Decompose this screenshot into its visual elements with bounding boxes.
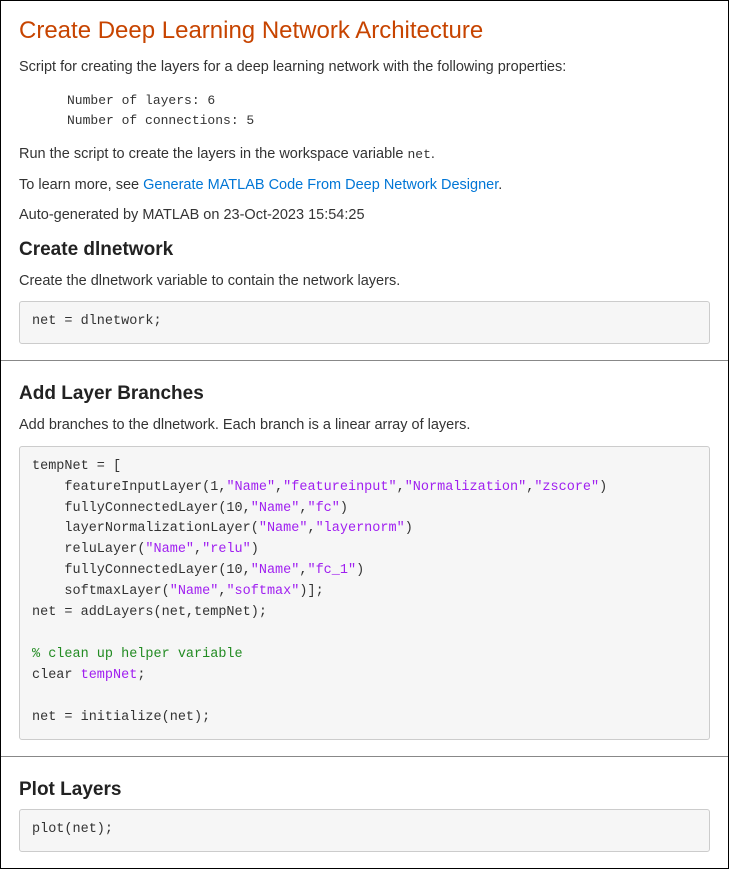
- section-plot-layers: Plot Layers plot(net);: [1, 757, 728, 868]
- document-container: Create Deep Learning Network Architectur…: [0, 0, 729, 869]
- inline-code-net: net: [407, 147, 430, 162]
- desc-add-layers: Add branches to the dlnetwork. Each bran…: [19, 415, 710, 435]
- learn-more-text: To learn more, see Generate MATLAB Code …: [19, 175, 710, 195]
- intro-text: Script for creating the layers for a dee…: [19, 57, 710, 77]
- properties-block: Number of layers: 6 Number of connection…: [67, 91, 710, 130]
- section-header: Create Deep Learning Network Architectur…: [1, 1, 728, 361]
- learn-more-link[interactable]: Generate MATLAB Code From Deep Network D…: [143, 177, 498, 193]
- page-title: Create Deep Learning Network Architectur…: [19, 17, 710, 45]
- run-script-text: Run the script to create the layers in t…: [19, 144, 710, 164]
- section-add-layers: Add Layer Branches Add branches to the d…: [1, 361, 728, 756]
- heading-add-layers: Add Layer Branches: [19, 383, 710, 405]
- code-add-layers: tempNet = [ featureInputLayer(1,"Name","…: [19, 446, 710, 740]
- desc-create-dlnetwork: Create the dlnetwork variable to contain…: [19, 271, 710, 291]
- autogen-text: Auto-generated by MATLAB on 23-Oct-2023 …: [19, 205, 710, 225]
- heading-plot-layers: Plot Layers: [19, 779, 710, 801]
- code-plot-layers: plot(net);: [19, 809, 710, 852]
- heading-create-dlnetwork: Create dlnetwork: [19, 239, 710, 261]
- code-create-dlnetwork: net = dlnetwork;: [19, 301, 710, 344]
